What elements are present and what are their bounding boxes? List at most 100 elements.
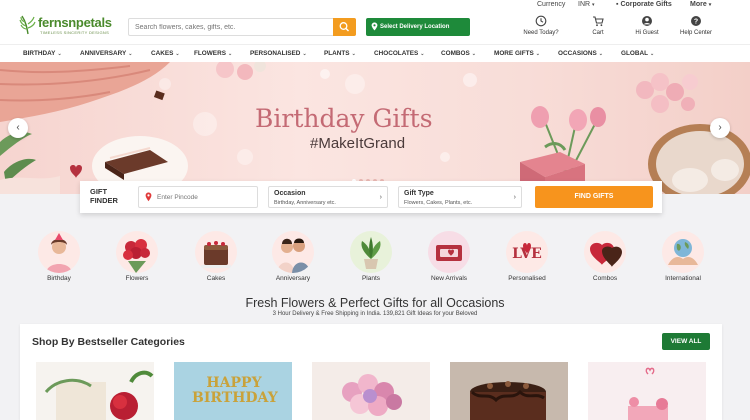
nav-flowers[interactable]: FLOWERS ⌄ [194, 50, 232, 57]
chevron-down-icon: ⌄ [598, 51, 603, 57]
category-plants[interactable]: Plants [341, 231, 401, 283]
category-label: Birthday [47, 275, 71, 282]
pincode-field [138, 186, 258, 208]
category-anniversary[interactable]: Anniversary [263, 231, 323, 283]
category-new-arrivals[interactable]: New Arrivals [419, 231, 479, 283]
gift-finder-title: GIFT FINDER [90, 187, 118, 205]
logo[interactable]: fernsnpetals TIMELESS SINCERITY DESIGNS [18, 12, 123, 38]
category-flowers[interactable]: Flowers [107, 231, 167, 283]
category-label: Personalised [508, 275, 546, 282]
location-pin-icon [371, 22, 378, 31]
happy-birthday-text: HAPPY BIRTHDAY [192, 375, 278, 406]
chevron-right-icon: › [379, 194, 382, 201]
nav-birthday[interactable]: BIRTHDAY ⌄ [23, 50, 62, 57]
flower-bouquet-image [342, 374, 402, 416]
chevron-right-icon: › [718, 122, 722, 133]
international-image [662, 231, 704, 273]
chevron-down-icon: ⌄ [649, 51, 655, 57]
category-label: New Arrivals [430, 275, 468, 282]
account-label: Hi Guest [635, 30, 659, 36]
pincode-input[interactable] [157, 191, 247, 204]
help-center-label: Help Center [679, 30, 712, 36]
fern-logo-icon [19, 15, 36, 35]
category-personalised[interactable]: LVE Personalised [497, 231, 557, 283]
hero-next-button[interactable]: › [710, 118, 730, 138]
view-all-button[interactable]: VIEW ALL [662, 333, 710, 350]
hero-subtitle: #MakeItGrand [310, 135, 406, 152]
category-label: Combos [592, 275, 618, 282]
briefcase-icon: ▪ [616, 1, 619, 8]
page: Currency INR ▾ ▪ Corporate Gifts More ▾ … [0, 0, 750, 420]
more-menu[interactable]: More ▾ [690, 1, 711, 8]
hero-banner[interactable]: Birthday Gifts #MakeItGrand ‹ › [0, 62, 750, 194]
user-icon [642, 16, 652, 26]
chevron-down-icon: ⌄ [227, 51, 233, 57]
location-pin-icon [145, 192, 152, 202]
chevron-right-icon: › [513, 194, 516, 201]
gift-type-value: Flowers, Cakes, Plants, etc. [404, 200, 473, 206]
category-birthday[interactable]: Birthday [29, 231, 89, 283]
find-gifts-button[interactable]: FIND GIFTS [535, 186, 653, 208]
category-cakes[interactable]: Cakes [186, 231, 246, 283]
chevron-down-icon: ⌄ [302, 51, 307, 57]
currency-label: Currency [537, 1, 566, 8]
bestseller-card[interactable] [450, 362, 568, 420]
hero-prev-button[interactable]: ‹ [8, 118, 28, 138]
need-today-button[interactable]: Need Today? [518, 15, 564, 41]
currency-select[interactable]: INR ▾ [578, 1, 595, 8]
help-center-button[interactable]: ? Help Center [673, 15, 719, 41]
nav-anniversary[interactable]: ANNIVERSARY ⌄ [80, 50, 132, 57]
bestseller-title: Shop By Bestseller Categories [32, 336, 185, 348]
logo-tagline: TIMELESS SINCERITY DESIGNS [40, 30, 110, 35]
nav-more-gifts[interactable]: MORE GIFTS ⌄ [494, 50, 540, 57]
bestseller-card[interactable] [312, 362, 430, 420]
chevron-left-icon: ‹ [16, 122, 20, 133]
category-label: Anniversary [275, 275, 311, 282]
select-delivery-location-button[interactable]: Select Delivery Location [366, 18, 470, 36]
chevron-down-icon: ⌄ [535, 51, 540, 57]
flowers-image [116, 231, 158, 273]
category-combos[interactable]: Combos [575, 231, 635, 283]
account-button[interactable]: Hi Guest [624, 15, 670, 41]
cart-label: Cart [592, 30, 604, 36]
svg-text:?: ? [694, 19, 698, 26]
search-input[interactable] [129, 19, 334, 35]
need-today-label: Need Today? [523, 30, 559, 36]
tagline-subtext: 3 Hour Delivery & Free Shipping in India… [272, 311, 478, 317]
nav-plants[interactable]: PLANTS ⌄ [324, 50, 356, 57]
nav-global[interactable]: GLOBAL ⌄ [621, 50, 654, 57]
bestseller-card[interactable] [588, 362, 706, 420]
corporate-gifts-link[interactable]: ▪ Corporate Gifts [616, 1, 672, 8]
logo-text: fernsnpetals [38, 15, 112, 30]
search-button[interactable] [333, 18, 356, 36]
occasion-value: Birthday, Anniversary etc. [274, 200, 336, 206]
nav-chocolates[interactable]: CHOCOLATES ⌄ [374, 50, 424, 57]
birthday-image [38, 231, 80, 273]
carousel-dots [352, 170, 392, 183]
personalised-image: LVE [506, 231, 548, 273]
search-icon [339, 22, 349, 32]
bestseller-card[interactable] [36, 362, 154, 420]
plants-image [350, 231, 392, 273]
nav-personalised[interactable]: PERSONALISED ⌄ [250, 50, 307, 57]
chevron-down-icon: ⌄ [471, 51, 476, 57]
category-label: Plants [361, 275, 381, 282]
hero-title: Birthday Gifts [255, 104, 433, 133]
nav-occasions[interactable]: OCCASIONS ⌄ [558, 50, 603, 57]
chevron-down-icon: ⌄ [57, 51, 62, 57]
gift-type-select[interactable]: Gift Type Flowers, Cakes, Plants, etc. › [398, 186, 522, 208]
occasion-select[interactable]: Occasion Birthday, Anniversary etc. › [268, 186, 388, 208]
tagline-heading: Fresh Flowers & Perfect Gifts for all Oc… [245, 296, 505, 310]
cart-button[interactable]: Cart [575, 15, 621, 41]
nav-cakes[interactable]: CAKES ⌄ [151, 50, 180, 57]
chevron-down-icon: ⌄ [175, 51, 180, 57]
category-international[interactable]: International [653, 231, 713, 283]
occasion-label: Occasion [274, 190, 306, 197]
help-icon: ? [691, 16, 701, 26]
gift-finder: GIFTFINDER Occasion Birthday, Anniversar… [80, 181, 662, 213]
gift-type-label: Gift Type [404, 190, 434, 197]
bestseller-card[interactable]: HAPPY BIRTHDAY [174, 362, 292, 420]
header: fernsnpetals TIMELESS SINCERITY DESIGNS … [0, 10, 750, 44]
main-nav: BIRTHDAY ⌄ ANNIVERSARY ⌄ CAKES ⌄ FLOWERS ⌄ P… [0, 44, 750, 62]
nav-combos[interactable]: COMBOS ⌄ [441, 50, 476, 57]
